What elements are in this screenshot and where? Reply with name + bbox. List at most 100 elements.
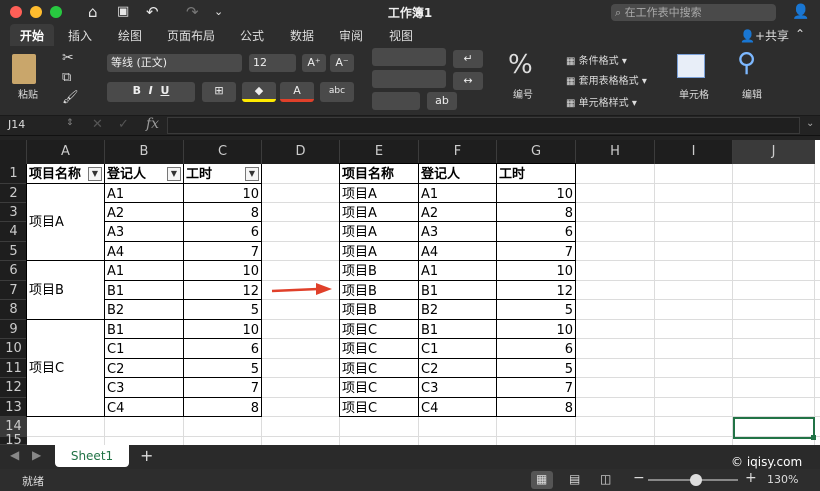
project-name-cell[interactable]: 项目A — [340, 223, 418, 242]
sheet-tab[interactable]: Sheet1 — [55, 445, 129, 467]
hours-cell[interactable]: 6 — [497, 340, 575, 359]
hours-cell[interactable]: 7 — [184, 379, 261, 398]
bold-italic-underline-group[interactable]: B I U — [107, 82, 195, 102]
column-header-j[interactable]: J — [733, 140, 815, 164]
person-cell[interactable]: C3 — [419, 379, 496, 398]
percent-icon[interactable]: % — [508, 50, 533, 80]
hours-cell[interactable]: 6 — [497, 223, 575, 242]
row-header-1[interactable]: 1 — [0, 164, 27, 184]
row-header-3[interactable]: 3 — [0, 203, 27, 222]
worksheet-grid[interactable]: A B C D E F G H I J 1 2 3 4 5 6 7 8 9 10 11 12 13 14 15 项目名称 ▼ 登记人 ▼… — [0, 140, 820, 445]
increase-font-icon[interactable]: A⁺ — [302, 54, 326, 72]
cell-styles-button[interactable]: ▦ 单元格样式 ▾ — [566, 94, 637, 109]
project-name-cell[interactable]: 项目B — [27, 281, 103, 300]
next-sheet-icon[interactable]: ▶ — [32, 448, 41, 462]
row-header-4[interactable]: 4 — [0, 222, 27, 242]
zoom-slider-thumb[interactable] — [690, 474, 702, 486]
hours-cell[interactable]: 5 — [184, 301, 261, 320]
row-header-2[interactable]: 2 — [0, 184, 27, 203]
page-break-view-icon[interactable]: ◫ — [600, 472, 611, 486]
row-header-8[interactable]: 8 — [0, 300, 27, 320]
cut-icon[interactable]: ✂ — [62, 50, 74, 66]
column-header-c[interactable]: C — [184, 140, 262, 164]
person-cell[interactable]: A3 — [105, 223, 183, 242]
minimize-window-button[interactable] — [30, 6, 42, 18]
collapse-ribbon-icon[interactable]: ⌃ — [795, 27, 805, 41]
conditional-format-button[interactable]: ▦ 条件格式 ▾ — [566, 52, 627, 67]
hours-cell[interactable]: 6 — [184, 340, 261, 359]
name-box[interactable]: J14 — [8, 118, 25, 131]
column-header-g[interactable]: G — [497, 140, 576, 164]
indent-group[interactable] — [372, 92, 420, 110]
user-icon[interactable]: 👤 — [792, 2, 809, 22]
row-header-5[interactable]: 5 — [0, 242, 27, 261]
person-cell[interactable]: B2 — [105, 301, 183, 320]
row-header-10[interactable]: 10 — [0, 339, 27, 359]
prev-sheet-icon[interactable]: ◀ — [10, 448, 19, 462]
decrease-font-icon[interactable]: A⁻ — [330, 54, 354, 72]
save-icon[interactable]: ▣ — [117, 2, 129, 22]
project-name-cell[interactable]: 项目A — [27, 213, 103, 232]
hours-cell[interactable]: 10 — [184, 262, 261, 281]
row-header-7[interactable]: 7 — [0, 281, 27, 300]
horizontal-align-group[interactable] — [372, 70, 446, 88]
column-header-i[interactable]: I — [655, 140, 733, 164]
zoom-level[interactable]: 130% — [767, 473, 798, 486]
format-as-table-button[interactable]: ▦ 套用表格格式 ▾ — [566, 72, 647, 87]
formula-input[interactable] — [167, 117, 800, 134]
add-sheet-icon[interactable]: + — [140, 446, 153, 465]
row-header-9[interactable]: 9 — [0, 320, 27, 339]
paste-icon[interactable] — [12, 54, 36, 84]
phonetic-icon[interactable]: abc — [320, 82, 354, 102]
insert-function-icon[interactable]: fx — [146, 116, 159, 132]
share-button[interactable]: 👤+共享 — [740, 27, 789, 44]
fill-color-icon[interactable]: ◆ — [242, 82, 276, 102]
row-header-13[interactable]: 13 — [0, 398, 27, 417]
font-size-select[interactable]: 12 — [249, 54, 296, 72]
filter-dropdown-icon[interactable]: ▼ — [167, 167, 181, 181]
hours-cell[interactable]: 7 — [497, 379, 575, 398]
table-header[interactable]: 项目名称 — [340, 165, 418, 184]
tab-page-layout[interactable]: 页面布局 — [167, 27, 215, 44]
home-icon[interactable]: ⌂ — [88, 2, 98, 22]
border-icon[interactable]: ⊞ — [202, 82, 236, 102]
project-name-cell[interactable]: 项目C — [340, 379, 418, 398]
tab-review[interactable]: 审阅 — [339, 27, 363, 44]
format-painter-icon[interactable]: 🖌 — [62, 90, 79, 105]
close-window-button[interactable] — [10, 6, 22, 18]
column-header-d[interactable]: D — [262, 140, 340, 164]
row-header-6[interactable]: 6 — [0, 261, 27, 281]
search-input[interactable]: ⌕ 在工作表中搜索 — [611, 4, 776, 21]
person-cell[interactable]: A1 — [105, 262, 183, 281]
name-box-stepper-icon[interactable]: ⇕ — [66, 118, 74, 128]
table-header[interactable]: 工时 — [497, 165, 575, 184]
person-cell[interactable]: A3 — [419, 223, 496, 242]
select-all-corner[interactable] — [0, 140, 27, 164]
page-layout-view-icon[interactable]: ▤ — [569, 472, 580, 486]
orientation-icon[interactable]: ab — [427, 92, 457, 110]
font-name-select[interactable]: 等线 (正文) — [107, 54, 242, 72]
project-name-cell[interactable]: 项目B — [340, 301, 418, 320]
hours-cell[interactable]: 5 — [497, 301, 575, 320]
project-name-cell[interactable]: 项目C — [340, 340, 418, 359]
column-header-h[interactable]: H — [576, 140, 655, 164]
person-cell[interactable]: B2 — [419, 301, 496, 320]
copy-icon[interactable]: ⧉ — [62, 70, 71, 85]
redo-icon[interactable]: ↷ — [186, 2, 199, 22]
project-name-cell[interactable]: 项目C — [27, 359, 103, 378]
person-cell[interactable]: C3 — [105, 379, 183, 398]
font-color-icon[interactable]: A — [280, 82, 314, 102]
person-cell[interactable]: C1 — [105, 340, 183, 359]
column-header-b[interactable]: B — [105, 140, 184, 164]
column-header-f[interactable]: F — [419, 140, 497, 164]
tab-formulas[interactable]: 公式 — [240, 27, 264, 44]
row-header-15[interactable]: 15 — [0, 434, 27, 445]
table-header[interactable]: 登记人 — [419, 165, 496, 184]
zoom-in-icon[interactable]: + — [745, 470, 757, 486]
cells-icon[interactable] — [677, 54, 705, 78]
zoom-out-icon[interactable]: − — [633, 470, 645, 486]
row-header-11[interactable]: 11 — [0, 359, 27, 378]
fill-handle[interactable] — [811, 435, 816, 440]
tab-home[interactable]: 开始 — [20, 27, 44, 44]
customize-toolbar-icon[interactable]: ⌄ — [214, 2, 223, 22]
